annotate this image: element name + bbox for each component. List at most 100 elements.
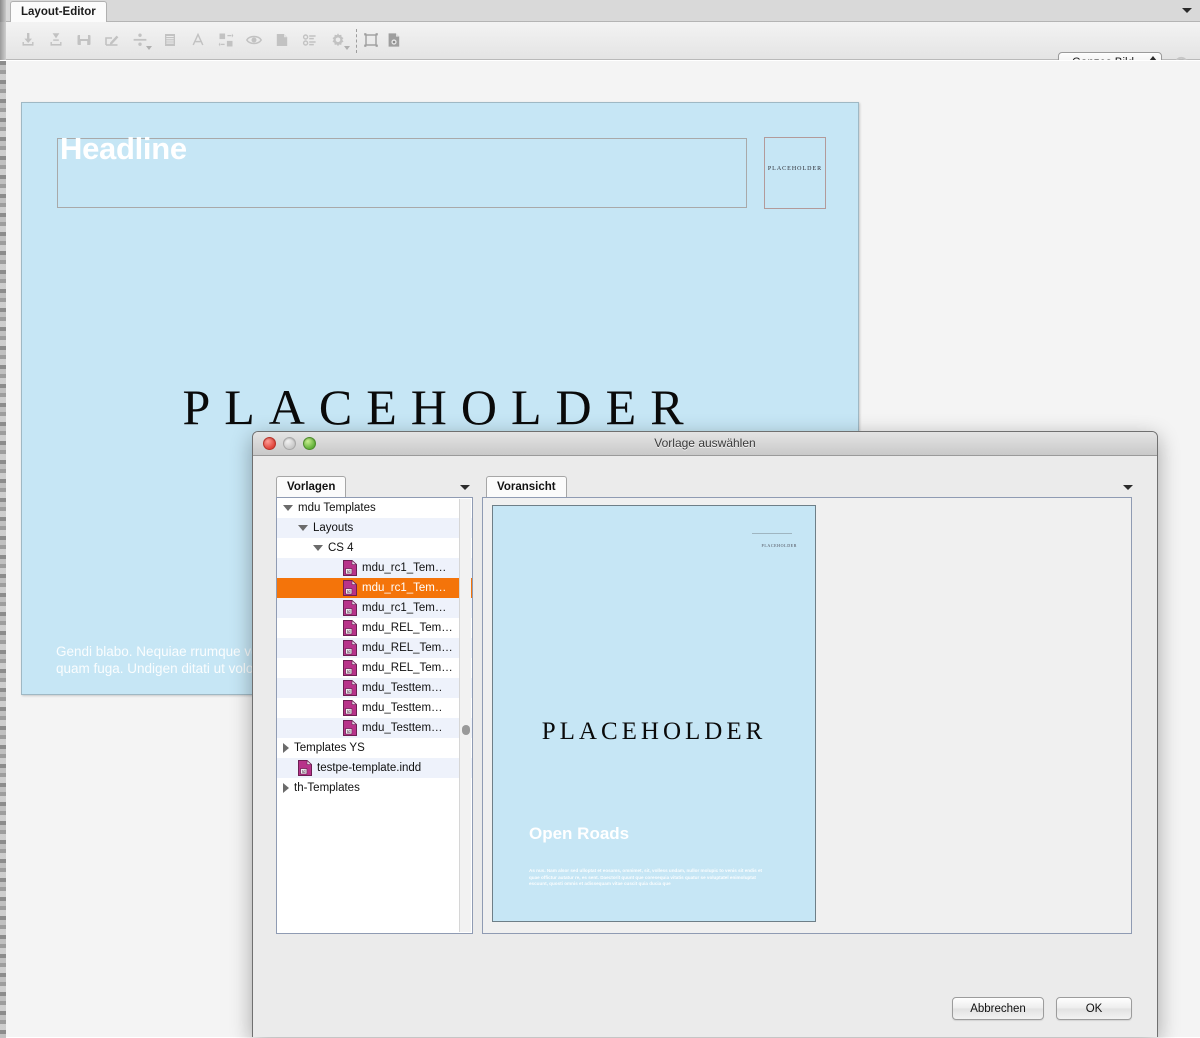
disclosure-open-icon[interactable]	[313, 545, 323, 551]
tree-row-label: mdu_rc1_Tem…	[362, 562, 446, 574]
svg-text:Id: Id	[347, 729, 351, 734]
tree-row[interactable]: Id mdu_REL_Tem…	[277, 658, 472, 678]
tree-row-label: mdu Templates	[298, 502, 376, 514]
logo-placeholder-text: PLACEHOLDER	[765, 166, 825, 172]
headline-frame[interactable]: Headline	[57, 138, 747, 208]
tree-row-label: testpe-template.indd	[317, 762, 421, 774]
tree-row[interactable]: Id mdu_Testtem…	[277, 678, 472, 698]
tree-row[interactable]: Templates YS	[277, 738, 472, 758]
indesign-file-icon: Id	[343, 680, 357, 696]
indesign-file-icon: Id	[343, 580, 357, 596]
tree-row[interactable]: Id mdu_rc1_Tem…	[277, 578, 472, 598]
indesign-file-icon: Id	[343, 560, 357, 576]
import-icon[interactable]	[15, 26, 41, 54]
disclosure-open-icon[interactable]	[283, 505, 293, 511]
settings-gear-icon[interactable]	[325, 26, 351, 54]
tree-row[interactable]: Layouts	[277, 518, 472, 538]
tree-row[interactable]: Id mdu_Testtem…	[277, 718, 472, 738]
ok-button[interactable]: OK	[1056, 997, 1132, 1020]
layout-editor-window: Layout-Editor	[0, 0, 1200, 1037]
chevron-down-icon[interactable]	[460, 485, 470, 490]
disclosure-closed-icon[interactable]	[283, 783, 289, 793]
template-tree[interactable]: mdu Templates Layouts CS 4 Id mdu_rc1_Tem… Id…	[276, 497, 473, 934]
tree-row-label: Templates YS	[294, 742, 365, 754]
chevron-down-icon[interactable]	[1182, 8, 1192, 13]
tab-voransicht[interactable]: Voransicht	[486, 476, 567, 497]
tree-row[interactable]: th-Templates	[277, 778, 472, 798]
tree-scrollbar[interactable]	[459, 499, 471, 932]
edit-icon[interactable]	[99, 26, 125, 54]
properties-icon[interactable]	[297, 26, 323, 54]
tree-row-label: mdu_REL_Tem…	[362, 642, 453, 654]
text-icon[interactable]	[185, 26, 211, 54]
tab-layout-editor[interactable]: Layout-Editor	[10, 1, 107, 22]
tree-row-label: mdu_Testtem…	[362, 682, 443, 694]
preview-eye-icon[interactable]	[241, 26, 267, 54]
window-tabstrip: Layout-Editor	[0, 0, 1200, 22]
swap-icon[interactable]	[213, 26, 239, 54]
list-icon[interactable]	[157, 26, 183, 54]
indesign-file-icon: Id	[343, 660, 357, 676]
toolbar-separator	[356, 29, 357, 53]
toolbar-left-edge	[0, 22, 6, 60]
window-left-edge	[0, 0, 6, 22]
select-template-dialog[interactable]: Vorlage auswählen Vorlagen Voransicht md…	[252, 431, 1158, 1037]
save-icon[interactable]	[71, 26, 97, 54]
cancel-button[interactable]: Abbrechen	[952, 997, 1044, 1020]
indesign-file-icon: Id	[343, 720, 357, 736]
preview-body-text: As nus. Nam alsor sed ulloptat et eosams…	[529, 868, 764, 888]
tree-row-label: mdu_REL_Tem…	[362, 662, 453, 674]
tree-row-label: Layouts	[313, 522, 353, 534]
caret-down-icon[interactable]	[344, 46, 350, 50]
dialog-title: Vorlage auswählen	[253, 436, 1157, 450]
indesign-file-icon: Id	[343, 640, 357, 656]
preview-page: PLACEHOLDER PLACEHOLDER Open Roads As nu…	[492, 505, 816, 922]
canvas-left-edge	[0, 61, 6, 1038]
tree-row[interactable]: Id testpe-template.indd	[277, 758, 472, 778]
tree-row[interactable]: Idmdu_rc1_Tem…	[277, 598, 472, 618]
indesign-file-icon: Id	[343, 620, 357, 636]
tree-row[interactable]: CS 4	[277, 538, 472, 558]
indesign-file-icon: Id	[298, 760, 312, 776]
split-icon[interactable]	[127, 26, 153, 54]
preview-logo-text: PLACEHOLDER	[762, 543, 798, 548]
export-icon[interactable]	[43, 26, 69, 54]
chevron-down-icon[interactable]	[1123, 485, 1133, 490]
headline-text: Headline	[60, 131, 187, 167]
logo-frame[interactable]: PLACEHOLDER	[764, 137, 826, 209]
caret-down-icon[interactable]	[146, 46, 152, 50]
tree-row[interactable]: Id mdu_REL_Tem…	[277, 618, 472, 638]
svg-text:Id: Id	[347, 609, 351, 614]
preview-subtitle: Open Roads	[529, 824, 629, 844]
svg-text:Id: Id	[347, 689, 351, 694]
tree-row-label: th-Templates	[294, 782, 360, 794]
tab-vorlagen[interactable]: Vorlagen	[276, 476, 346, 497]
svg-text:Id: Id	[302, 769, 306, 774]
tree-row-label: mdu_rc1_Tem…	[362, 582, 446, 594]
trash-icon[interactable]	[269, 26, 295, 54]
svg-text:Id: Id	[347, 569, 351, 574]
tree-row[interactable]: Id mdu_REL_Tem…	[277, 638, 472, 658]
tree-row[interactable]: mdu Templates	[277, 498, 472, 518]
page-title: PLACEHOLDER	[22, 378, 858, 436]
tree-row-label: mdu_Testtem…	[362, 702, 443, 714]
indesign-file-icon: Id	[343, 700, 357, 716]
disclosure-open-icon[interactable]	[298, 525, 308, 531]
dialog-titlebar[interactable]: Vorlage auswählen	[253, 432, 1157, 456]
svg-text:Id: Id	[347, 669, 351, 674]
main-toolbar: Ganzes Bild	[0, 22, 1200, 60]
indesign-file-icon: Id	[343, 600, 357, 616]
preview-title: PLACEHOLDER	[493, 718, 815, 746]
tree-row-label: mdu_REL_Tem…	[362, 622, 453, 634]
preview-rule	[752, 533, 792, 534]
tree-scrollbar-thumb[interactable]	[462, 725, 470, 735]
tree-row-label: CS 4	[328, 542, 354, 554]
svg-text:Id: Id	[347, 589, 351, 594]
template-preview-panel: PLACEHOLDER PLACEHOLDER Open Roads As nu…	[482, 497, 1132, 934]
tree-row-label: mdu_Testtem…	[362, 722, 443, 734]
tree-row[interactable]: Id mdu_rc1_Tem…	[277, 558, 472, 578]
image-doc-icon[interactable]	[381, 26, 407, 54]
svg-text:Id: Id	[347, 649, 351, 654]
tree-row[interactable]: Id mdu_Testtem…	[277, 698, 472, 718]
disclosure-closed-icon[interactable]	[283, 743, 289, 753]
